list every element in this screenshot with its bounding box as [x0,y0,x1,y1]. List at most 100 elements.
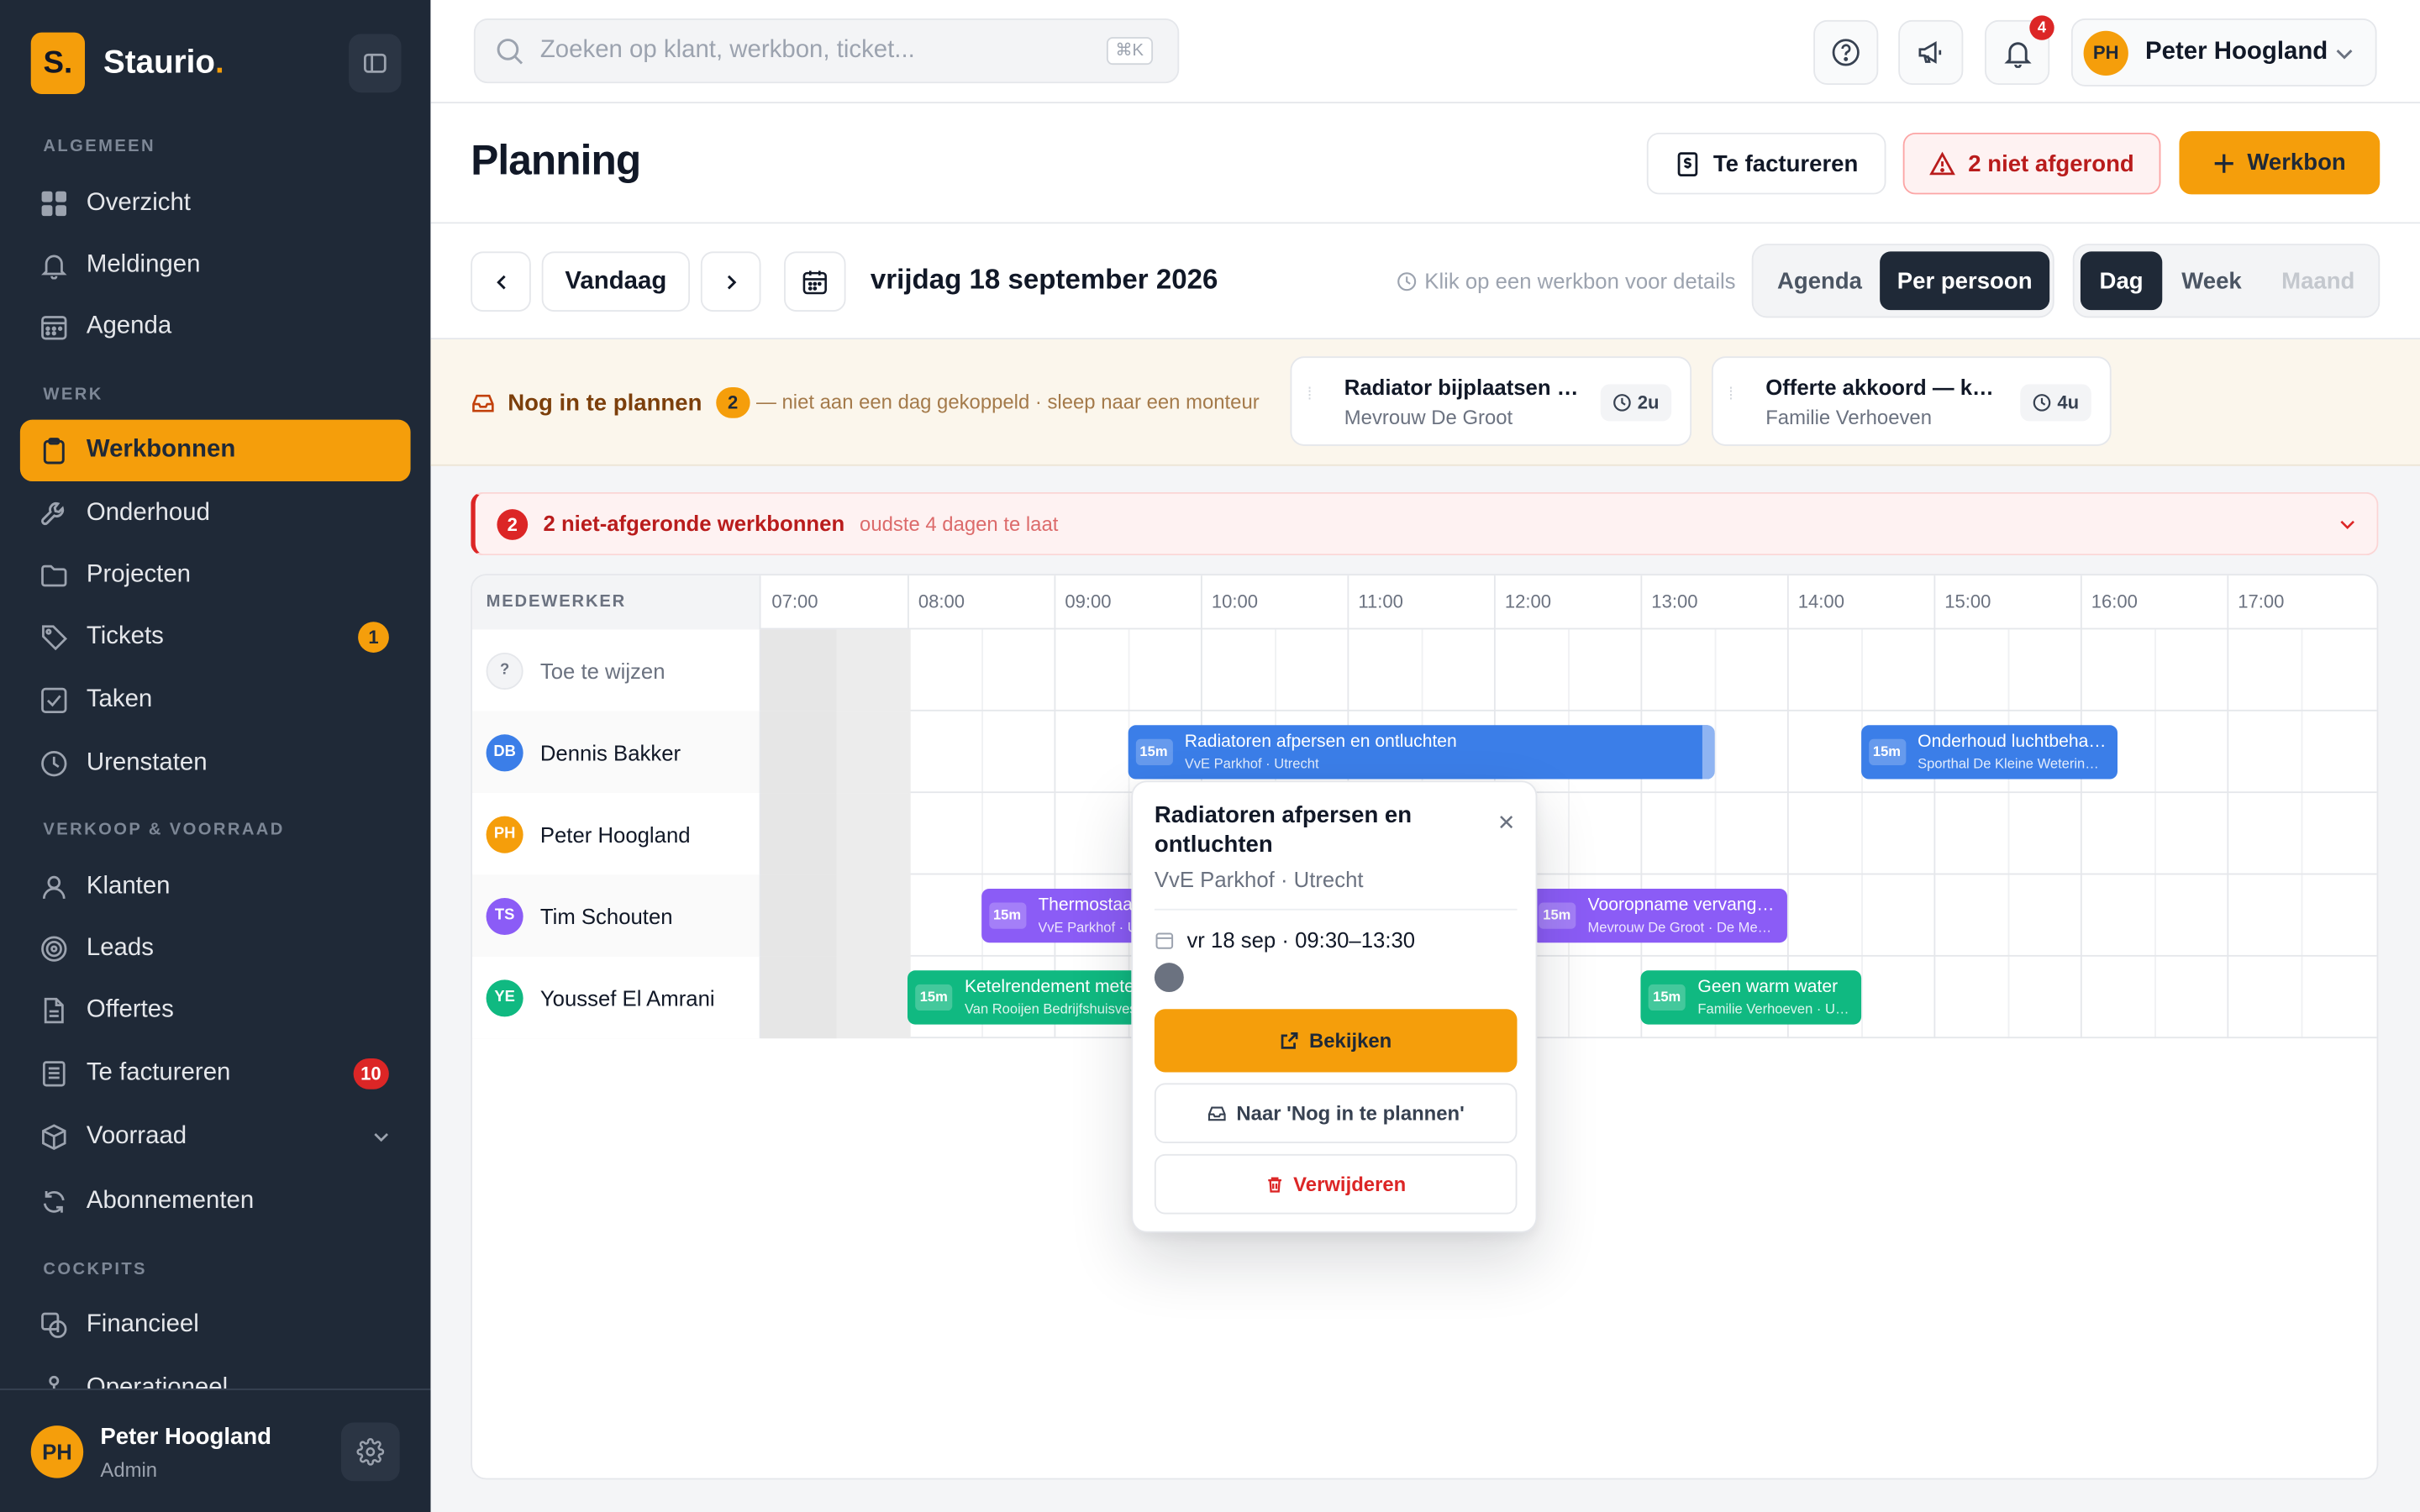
popover-datetime-text: vr 18 sep · 09:30–13:30 [1186,927,1416,953]
settings-button[interactable] [340,1422,400,1482]
clock-icon [1397,270,1417,291]
assignee-avatar [1154,963,1184,993]
view-mode-per-persoon[interactable]: Per persoon [1880,251,2050,311]
range-dag[interactable]: Dag [2080,251,2163,311]
event-duration-badge: 15m [1538,902,1576,929]
workorder-event[interactable]: 15m Geen warm water Familie Verhoeven · Ut… [1640,970,1861,1025]
workorder-event[interactable]: 15m Radiatoren afpersen en ontluchten VvE … [1127,725,1714,780]
calendar-toolbar: Vandaag vrijdag 18 september 2026 Klik o… [430,223,2420,340]
duration-value: 2u [1637,391,1660,414]
brand-logo: S. [30,32,86,95]
event-title: Geen warm water [1697,978,1839,997]
brand-name-text: Staurio [103,45,215,81]
unplanned-card[interactable]: ⁞ Offerte akkoord — keuken Familie Verho… [1711,356,2112,446]
delete-workorder-button[interactable]: Verwijderen [1154,1153,1518,1215]
employee-row[interactable]: ? Toe te wijzen [472,629,2377,711]
sidebar-item-leads[interactable]: Leads [20,918,411,979]
tag-icon [39,622,70,653]
drag-handle-icon[interactable]: ⁞ [1307,386,1313,403]
sidebar-item-projecten[interactable]: Projecten [20,544,411,606]
unplanned-card-title: Radiator bijplaatsen woonkamer [1344,375,1584,400]
sidebar-toggle-icon [364,53,387,73]
event-title: Radiatoren afpersen en ontluchten [1184,732,1457,752]
refresh-icon [39,1186,70,1217]
incomplete-alert[interactable]: 2 2 niet-afgeronde werkbonnen oudste 4 d… [471,491,2379,556]
event-duration-badge: 15m [1648,984,1686,1011]
sidebar-item-te-factureren[interactable]: Te factureren 10 [20,1043,411,1105]
employee-cell: PH Peter Hoogland [472,793,761,875]
event-subtitle: Mevrouw De Groot · De Meern [1587,919,1777,936]
collapse-sidebar-button[interactable] [349,34,402,93]
search-bar[interactable]: ⌘K [473,18,1180,84]
sidebar-item-abonnementen[interactable]: Abonnementen [20,1171,411,1232]
topbar: ⌘K 4 PH Peter Hoogland [430,0,2420,104]
event-duration-badge: 15m [1868,738,1906,766]
search-input[interactable] [539,37,1081,66]
employee-cell: TS Tim Schouten [472,874,761,957]
user-name: Peter Hoogland [2145,38,2328,66]
sidebar-item-onderhoud[interactable]: Onderhoud [20,483,411,544]
inbox-icon [1207,1103,1228,1123]
off-hours-zone [760,956,911,1039]
employee-name: Toe te wijzen [539,658,666,683]
next-day-button[interactable] [700,251,761,312]
brand[interactable]: S. Staurio. [30,32,224,95]
today-button[interactable]: Vandaag [541,251,691,312]
notifications-button[interactable]: 4 [1985,15,2054,86]
alert-title: 2 niet-afgeronde werkbonnen [543,510,845,536]
user-menu[interactable]: PH Peter Hoogland [2070,18,2377,87]
search-icon [496,36,525,66]
employee-name: Dennis Bakker [539,739,681,765]
announcements-button[interactable] [1898,19,1964,86]
range-maand[interactable]: Maand [2261,251,2375,310]
unplanned-card[interactable]: ⁞ Radiator bijplaatsen woonkamer Mevrouw… [1290,356,1692,446]
sidebar-item-tickets[interactable]: Tickets 1 [20,606,411,668]
resize-handle[interactable] [1702,725,1714,780]
range-week[interactable]: Week [2162,251,2261,310]
sidebar-item-voorraad[interactable]: Voorraad [20,1106,411,1168]
sidebar-item-financieel[interactable]: Financieel [20,1294,411,1356]
event-subtitle: VvE Parkhof · Utrecht [1184,756,1319,772]
sidebar-item-label: Onderhoud [86,500,210,527]
close-icon[interactable]: ✕ [1494,809,1518,834]
help-button[interactable] [1813,19,1879,86]
te-factureren-button[interactable]: Te factureren [1646,132,1886,195]
drag-handle-icon[interactable]: ⁞ [1728,386,1733,403]
sidebar-item-agenda[interactable]: Agenda [20,297,411,358]
off-hours-shade [760,711,837,794]
footer-user-name: Peter Hoogland [100,1424,272,1451]
chevron-down-icon[interactable] [2337,514,2359,536]
avatar[interactable]: PH [30,1425,84,1478]
event-subtitle: Sporthal De Kleine Wetering · Vleuten [1918,756,2107,772]
popover-datetime: vr 18 sep · 09:30–13:30 [1155,927,1415,952]
sidebar-item-werkbonnen[interactable]: Werkbonnen [19,419,411,482]
employee-name: Youssef El Amrani [539,984,715,1011]
sidebar-item-label: Te factureren [86,1059,231,1087]
sidebar-section-cockpits: COCKPITS [43,1260,147,1279]
new-werkbon-button[interactable]: Werkbon [2179,131,2381,195]
target-icon [39,933,70,964]
sidebar-item-overzicht[interactable]: Overzicht [20,173,411,234]
sidebar-item-klanten[interactable]: Klanten [20,856,411,917]
sidebar-item-taken[interactable]: Taken [20,669,411,731]
sidebar-item-meldingen[interactable]: Meldingen [20,234,411,296]
niet-afgerond-button[interactable]: 2 niet afgerond [1902,132,2161,195]
sidebar-item-label: Taken [86,686,153,713]
view-mode-agenda[interactable]: Agenda [1760,251,1880,310]
sidebar-item-offertes[interactable]: Offertes [20,979,411,1041]
sidebar-item-label: Abonnementen [86,1188,255,1215]
date-picker-button[interactable] [784,251,846,312]
avatar: DB [486,733,523,771]
bell-icon [2003,41,2031,67]
te-factureren-label: Te factureren [1712,150,1859,177]
workorder-event[interactable]: 15m Vooropname vervangen cv-ketel Mevrouw … [1530,888,1787,943]
sidebar-item-urenstaten[interactable]: Urenstaten [20,732,411,794]
event-duration-badge: 15m [1134,738,1173,766]
off-hours-shade [760,793,837,875]
external-link-icon [1280,1031,1300,1051]
view-workorder-button[interactable]: Bekijken [1154,1009,1518,1073]
footer-user-role: Admin [100,1457,158,1482]
previous-day-button[interactable] [471,251,531,312]
workorder-event[interactable]: 15m Onderhoud luchtbehandeling Sporthal De… [1860,725,2118,780]
move-to-unplanned-button[interactable]: Naar 'Nog in te plannen' [1154,1083,1518,1144]
